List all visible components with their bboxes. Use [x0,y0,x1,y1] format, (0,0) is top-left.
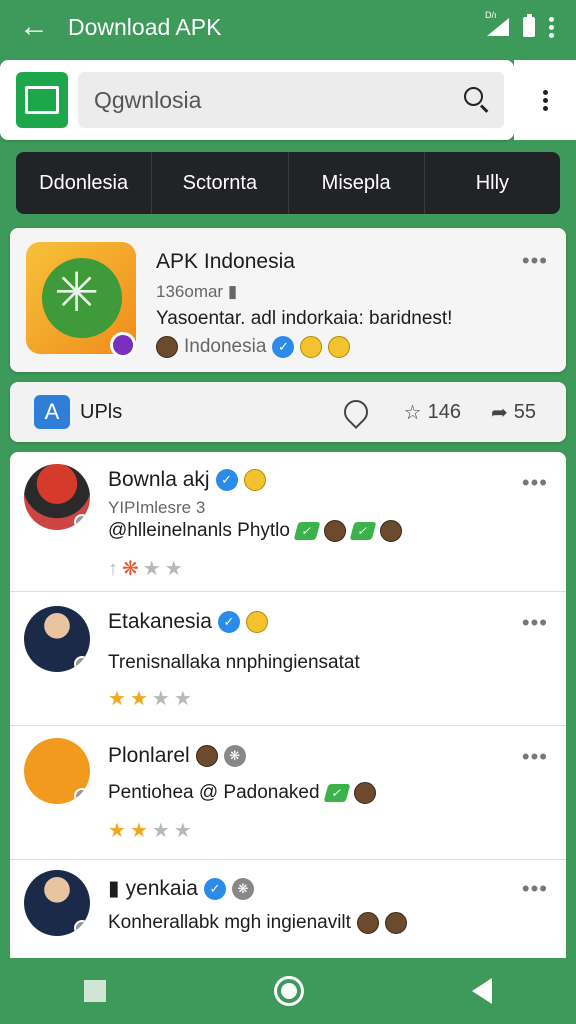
emoji-icon [323,520,346,542]
mini-badge-icon [74,920,90,936]
tab-1[interactable]: Ddonlesia [16,152,153,214]
emoji-icon [384,912,407,934]
spark-icon: ❋ [122,558,143,580]
post-text: Trenisnallaka nnphingiensatat [108,652,360,673]
search-bar: Qgwnlosia [0,60,514,140]
post-author: ▮ yenkaia ✓ ❋ [108,876,254,901]
avatar [24,738,90,804]
tab-2[interactable]: Sctornta [152,152,289,214]
post-text: Konherallabk mgh ingienavilt [108,912,407,934]
back-icon[interactable] [472,978,492,1004]
star-count[interactable]: ☆ 146 [404,400,461,425]
list-item[interactable]: Etakanesia ✓ Trenisnallaka nnphingiensata… [10,592,566,726]
post-author: Plonlarel ❋ [108,744,246,768]
up-arrow-icon: ↑ [108,558,122,580]
featured-description: Yasoentar. adl indorkaia: baridnest! [156,308,453,329]
more-horiz-icon[interactable]: ••• [522,610,548,636]
action-label[interactable]: UPls [80,401,344,424]
tab-3[interactable]: Misepla [289,152,425,214]
bookmark-icon: ▮ [108,877,120,900]
page-title: Download APK [68,13,222,40]
post-text: @hlleinelnanls Phytlo ✓ ✓ [108,520,402,542]
location-pin-icon[interactable] [338,395,373,429]
more-horiz-icon[interactable]: ••• [522,248,548,274]
status-icons: D/ı [485,10,576,38]
post-text: Pentiohea @ Padonaked ✓ [108,782,376,804]
search-icon[interactable] [464,87,489,113]
rating-stars: ★★★★ [108,820,196,842]
avatar-icon [156,336,178,358]
avatar [24,606,90,672]
app-icon: ✳ [26,242,136,358]
gear-icon: ❋ [223,745,246,767]
emoji-icon [356,912,379,934]
featured-title: APK Indonesia [156,250,295,273]
app-store-icon: A [34,395,70,429]
more-horiz-icon[interactable]: ••• [522,470,548,496]
emoji-icon [245,611,268,633]
more-horiz-icon[interactable]: ••• [522,744,548,770]
app-bar: ← Download APK D/ı [0,0,576,54]
emoji-icon [195,745,218,767]
mini-badge-icon [74,788,90,804]
lock-icon: ▮ [227,282,238,301]
mini-badge-icon [74,514,90,530]
post-author: Etakanesia ✓ [108,610,268,634]
featured-app-card[interactable]: ✳ APK Indonesia 136omar ▮ Yasoentar. adl… [10,228,566,372]
more-vert-icon [542,89,548,111]
emoji-icon [328,336,351,358]
check-badge-icon: ✓ [349,522,377,540]
emoji-icon [353,782,376,804]
featured-meta: Indonesia ✓ [156,336,351,358]
list-item[interactable]: Plonlarel ❋ Pentiohea @ Padonaked ✓ ★★★★ •… [10,726,566,860]
search-input[interactable]: Qgwnlosia [78,72,504,128]
tab-4[interactable]: Hlly [425,152,560,214]
post-list: Bownla akj ✓ YIPImlesre 3 @hlleinelnanls … [10,452,566,972]
recents-icon[interactable] [84,980,106,1002]
check-badge-icon: ✓ [293,522,321,540]
mail-logo-icon [16,72,68,128]
post-author: Bownla akj ✓ [108,468,266,492]
more-horiz-icon[interactable]: ••• [522,876,548,902]
action-bar: A UPls ☆ 146 ➦ 55 [10,382,566,442]
signal-icon: D/ı [485,10,509,36]
list-item[interactable]: ▮ yenkaia ✓ ❋ Konherallabk mgh ingienavilt … [10,860,566,972]
emoji-icon [243,469,266,491]
system-nav-bar [0,958,576,1024]
shield-badge-icon [110,332,136,358]
star-outline-icon: ☆ [403,401,422,424]
verified-icon: ✓ [272,336,295,358]
rating-stars: ↑❋★★ [108,558,187,580]
rating-stars: ★★★★ [108,688,196,710]
home-icon[interactable] [274,976,304,1006]
share-count[interactable]: ➦ 55 [491,400,536,425]
list-item[interactable]: Bownla akj ✓ YIPImlesre 3 @hlleinelnanls … [10,452,566,592]
avatar [24,870,90,936]
post-subtitle: YIPImlesre 3 [108,498,206,517]
mini-badge-icon [74,656,90,672]
gear-icon: ❋ [231,877,254,900]
star-burst-icon: ✳ [54,263,100,323]
check-badge-icon: ✓ [323,784,350,802]
overflow-menu-icon[interactable] [549,16,554,38]
emoji-icon [300,336,323,358]
verified-icon: ✓ [215,469,238,491]
share-icon: ➦ [490,401,508,424]
battery-icon [523,14,535,37]
featured-size: 136omar ▮ [156,282,238,301]
featured-region: Indonesia [184,336,267,357]
emoji-icon [379,520,402,542]
category-tabs: Ddonlesia Sctornta Misepla Hlly [16,152,560,214]
search-more-button[interactable] [514,60,576,140]
back-arrow-icon[interactable]: ← [0,0,68,54]
verified-icon: ✓ [217,611,240,633]
avatar [24,464,90,530]
search-input-value: Qgwnlosia [94,86,202,113]
verified-icon: ✓ [203,877,226,900]
